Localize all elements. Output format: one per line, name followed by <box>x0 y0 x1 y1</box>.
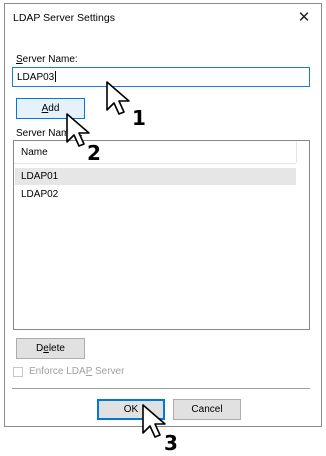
title-bar: LDAP Server Settings ✕ <box>5 4 321 32</box>
step-number: 3 <box>164 431 178 453</box>
server-names-list[interactable]: Name LDAP01 LDAP02 <box>13 140 310 330</box>
mouse-pointer-icon: 1 <box>106 81 146 130</box>
text-caret <box>55 71 57 82</box>
server-name-input[interactable]: LDAP03 <box>12 67 310 87</box>
delete-button[interactable]: Delete <box>16 338 85 359</box>
step-3-marker: 3 <box>140 403 188 456</box>
mouse-pointer-icon: 2 <box>66 113 101 165</box>
divider <box>12 388 310 389</box>
step-number: 1 <box>132 106 146 128</box>
list-column-header[interactable]: Name <box>14 141 297 164</box>
enforce-ldap-label: Enforce LDAP Server <box>29 366 125 377</box>
mouse-pointer-icon: 3 <box>142 404 178 455</box>
step-1-marker: 1 <box>104 80 150 131</box>
close-icon[interactable]: ✕ <box>293 7 315 29</box>
step-2-marker: 2 <box>64 112 110 167</box>
list-item[interactable]: LDAP01 <box>15 168 296 185</box>
dialog-title: LDAP Server Settings <box>13 12 115 24</box>
server-name-label: Server Name: <box>16 54 78 65</box>
enforce-ldap-checkbox[interactable] <box>13 367 23 377</box>
list-item[interactable]: LDAP02 <box>15 186 296 203</box>
step-number: 2 <box>87 141 101 164</box>
